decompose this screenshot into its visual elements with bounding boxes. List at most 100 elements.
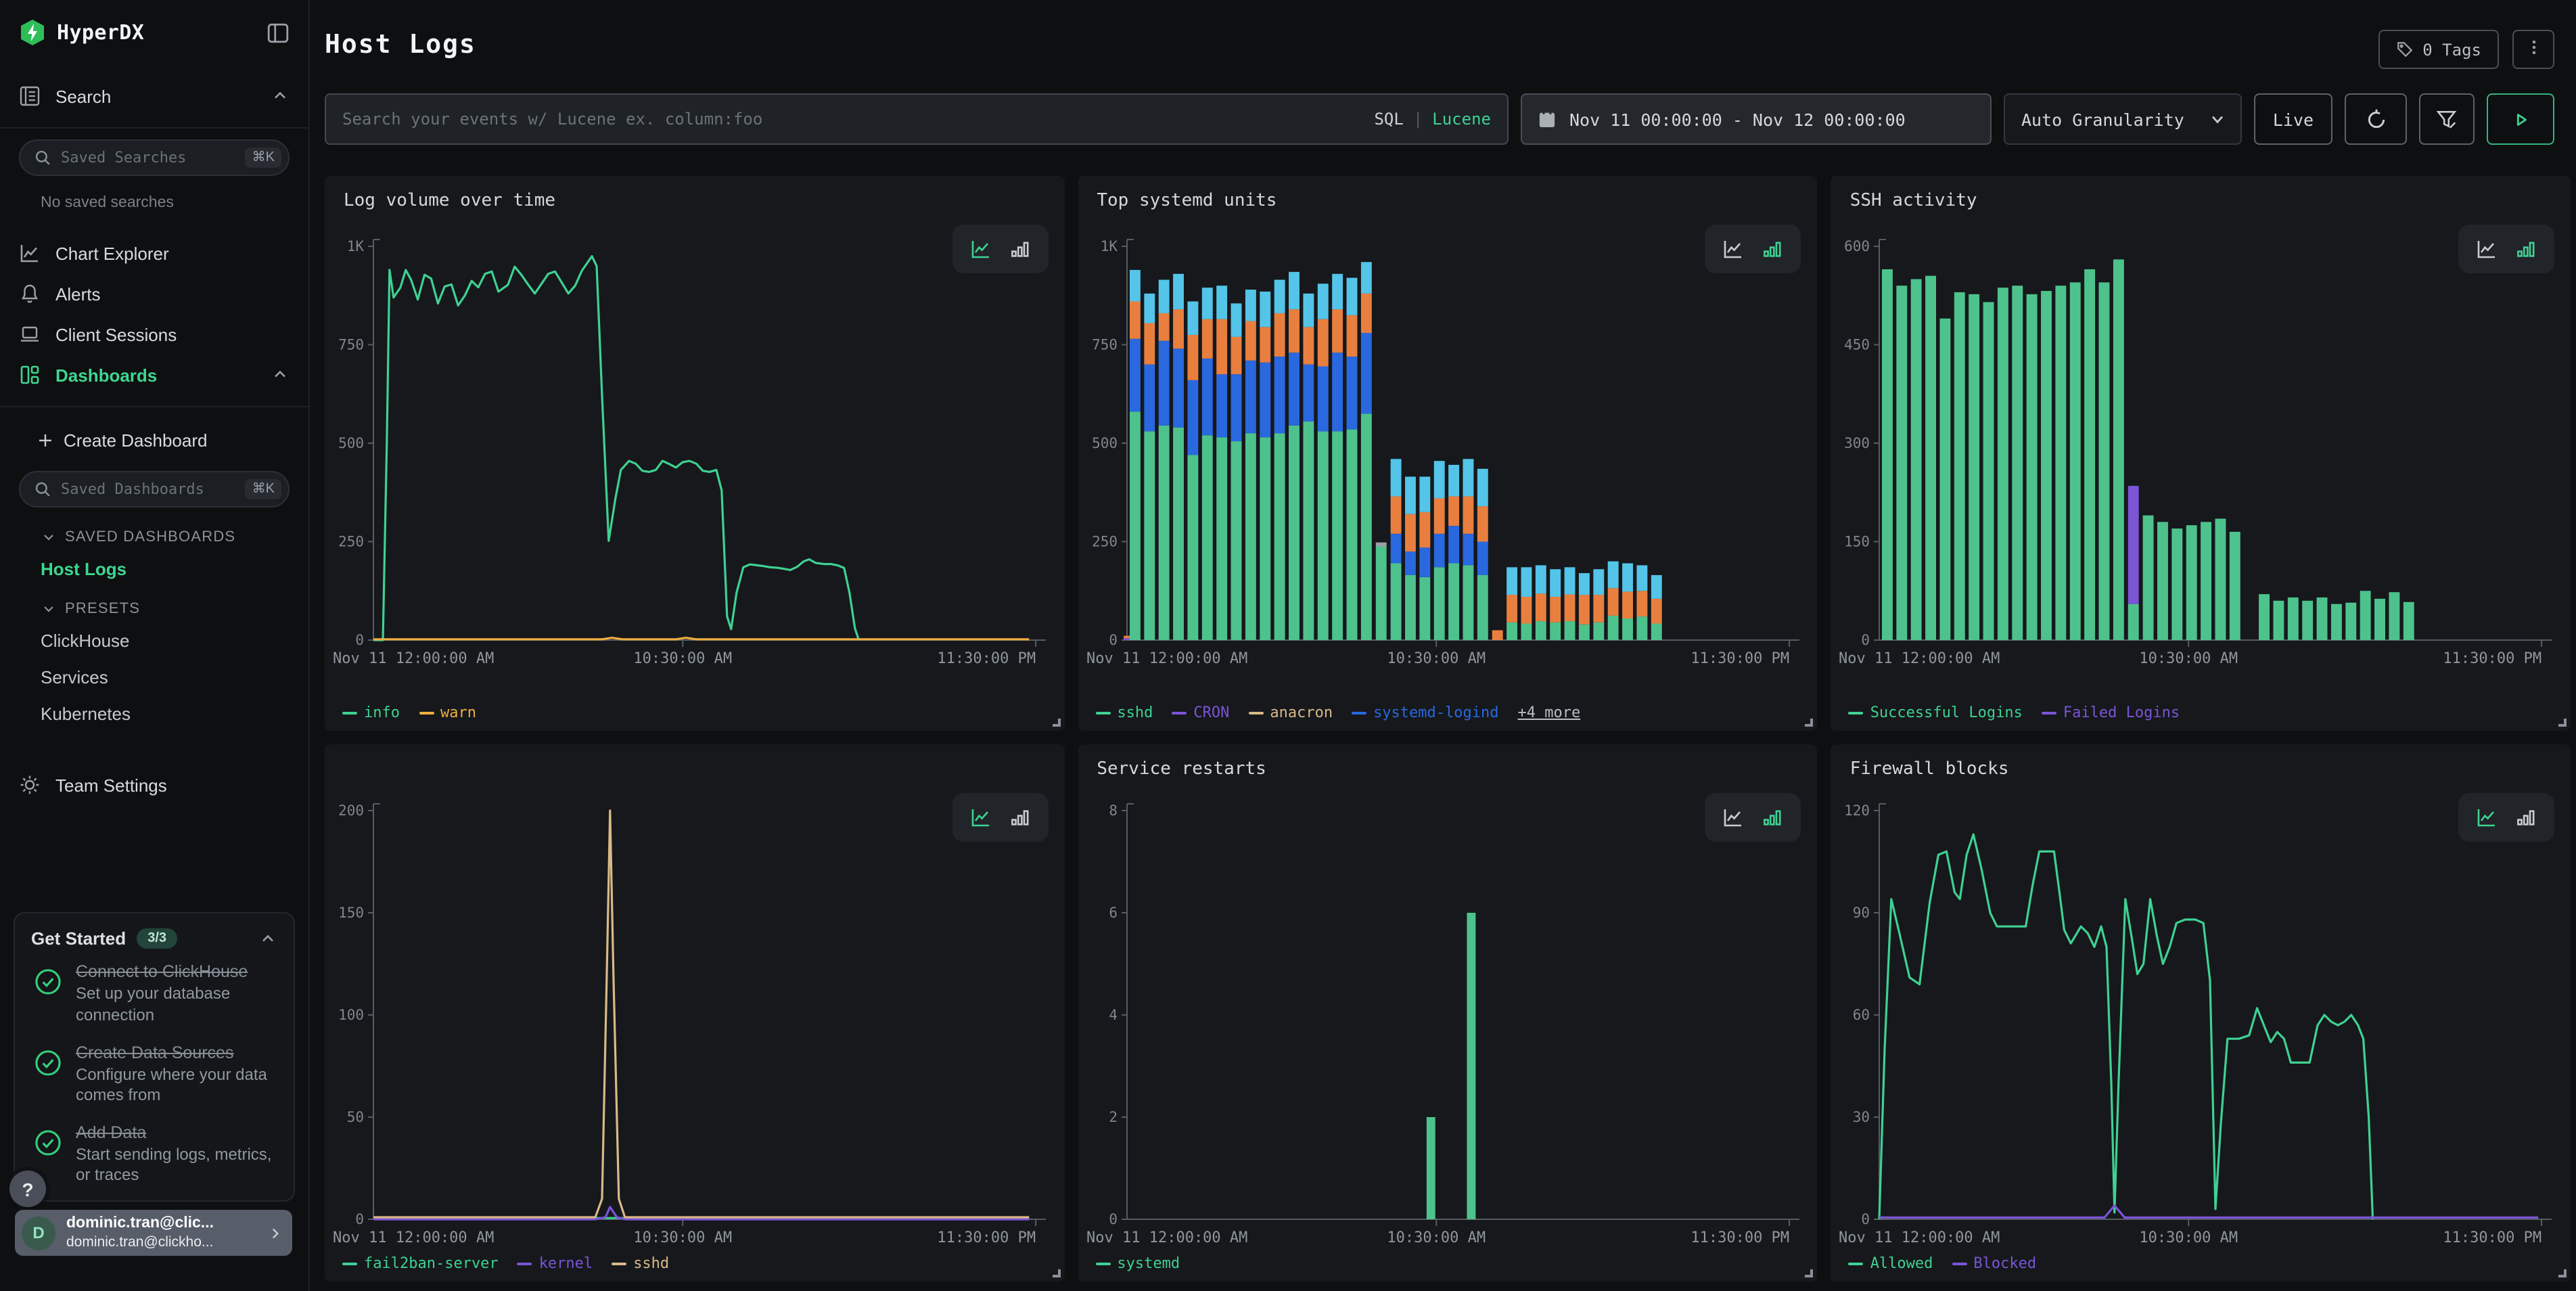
- legend-item[interactable]: kernel: [518, 1254, 593, 1272]
- chevron-up-icon[interactable]: [271, 87, 290, 106]
- legend-item[interactable]: sshd: [1095, 704, 1153, 721]
- legend-item[interactable]: Blocked: [1952, 1254, 2036, 1272]
- legend-item[interactable]: systemd-logind: [1352, 704, 1498, 721]
- get-started-header[interactable]: Get Started 3/3: [31, 929, 277, 949]
- svg-text:200: 200: [338, 802, 364, 819]
- legend-item[interactable]: info: [342, 704, 400, 721]
- bar-chart-icon[interactable]: [2515, 807, 2537, 828]
- saved-dashboards-header[interactable]: SAVED DASHBOARDS: [0, 516, 308, 551]
- sql-toggle[interactable]: SQL: [1374, 110, 1403, 129]
- line-chart-icon[interactable]: [969, 807, 991, 828]
- sidebar-item-client-sessions[interactable]: Client Sessions: [0, 314, 308, 355]
- resize-handle[interactable]: [2558, 719, 2567, 727]
- resize-handle[interactable]: [1052, 1269, 1060, 1277]
- get-started-item[interactable]: Add Data Start sending logs, metrics, or…: [31, 1123, 277, 1187]
- help-button[interactable]: ?: [9, 1171, 46, 1207]
- event-search-input[interactable]: [342, 110, 1374, 129]
- logo-row: HyperDX: [0, 0, 308, 46]
- laptop-icon: [19, 323, 41, 345]
- more-options-button[interactable]: [2512, 30, 2554, 69]
- line-chart-icon[interactable]: [969, 238, 991, 260]
- resize-handle[interactable]: [1806, 719, 1814, 727]
- bar-chart-icon[interactable]: [1762, 807, 1784, 828]
- legend-item[interactable]: anacron: [1248, 704, 1333, 721]
- sidebar-item-label: Search: [55, 86, 271, 106]
- get-started-item[interactable]: Connect to ClickHouse Set up your databa…: [31, 963, 277, 1026]
- chevron-up-icon[interactable]: [271, 365, 290, 384]
- sidebar-item-services[interactable]: Services: [0, 659, 308, 696]
- divider: [0, 127, 308, 129]
- chart-legend: fail2ban-server kernel sshd: [342, 1254, 669, 1272]
- legend-item[interactable]: warn: [419, 704, 476, 721]
- svg-text:Nov 11 12:00:00 AM: Nov 11 12:00:00 AM: [333, 1229, 494, 1246]
- get-started-card: Get Started 3/3 Connect to ClickHouse Se…: [14, 913, 295, 1202]
- sidebar-item-alerts[interactable]: Alerts: [0, 273, 308, 314]
- play-icon: [2510, 109, 2531, 129]
- legend-item[interactable]: Successful Logins: [1849, 704, 2023, 721]
- bar-chart-icon[interactable]: [1009, 807, 1030, 828]
- svg-text:0: 0: [1109, 1211, 1118, 1227]
- presets-header[interactable]: PRESETS: [0, 587, 308, 622]
- create-dashboard-label: Create Dashboard: [64, 430, 207, 451]
- resize-handle[interactable]: [1806, 1269, 1814, 1277]
- legend-item[interactable]: Allowed: [1849, 1254, 1933, 1272]
- svg-text:90: 90: [1853, 905, 1870, 921]
- get-started-item-desc: Set up your database connection: [76, 984, 277, 1026]
- live-button[interactable]: Live: [2254, 93, 2332, 145]
- line-chart-icon[interactable]: [2476, 807, 2498, 828]
- sidebar-item-dashboards[interactable]: Dashboards: [0, 355, 308, 395]
- chart-legend: sshd CRON anacron systemd-logind +4 more: [1095, 704, 1580, 721]
- main-content: Host Logs 0 Tags SQL | Lucene: [311, 0, 2576, 1291]
- bar-chart-icon[interactable]: [1762, 238, 1784, 260]
- svg-text:11:30:00 PM: 11:30:00 PM: [2443, 1229, 2542, 1246]
- get-started-item[interactable]: Create Data Sources Configure where your…: [31, 1043, 277, 1106]
- svg-text:50: 50: [347, 1109, 364, 1125]
- resize-handle[interactable]: [2558, 1269, 2567, 1277]
- granularity-select[interactable]: Auto Granularity: [2004, 93, 2242, 145]
- legend-more-link[interactable]: +4 more: [1518, 704, 1581, 721]
- resize-handle[interactable]: [1052, 719, 1060, 727]
- filter-button[interactable]: [2419, 93, 2475, 145]
- line-chart-icon[interactable]: [1723, 238, 1745, 260]
- bar-chart-icon[interactable]: [1009, 238, 1030, 260]
- event-search-box[interactable]: SQL | Lucene: [325, 93, 1509, 145]
- sidebar-item-host-logs[interactable]: Host Logs: [0, 551, 308, 587]
- saved-searches-input[interactable]: [61, 149, 246, 166]
- legend-item[interactable]: Failed Logins: [2042, 704, 2180, 721]
- calendar-icon: [1538, 110, 1556, 129]
- user-account-button[interactable]: D dominic.tran@clic... dominic.tran@clic…: [15, 1210, 292, 1256]
- chart-legend: systemd: [1095, 1254, 1180, 1272]
- legend-item[interactable]: systemd: [1095, 1254, 1180, 1272]
- filter-edit-icon: [2435, 108, 2458, 131]
- refresh-button[interactable]: [2345, 93, 2407, 145]
- gear-icon: [19, 774, 41, 796]
- legend-label: fail2ban-server: [364, 1254, 499, 1272]
- line-chart-icon[interactable]: [1723, 807, 1745, 828]
- sidebar-collapse-icon[interactable]: [267, 21, 290, 44]
- bar-chart-icon[interactable]: [2515, 238, 2537, 260]
- saved-dashboards-input[interactable]: [61, 480, 246, 498]
- run-query-button[interactable]: [2487, 93, 2554, 145]
- sidebar-item-clickhouse[interactable]: ClickHouse: [0, 622, 308, 659]
- create-dashboard-button[interactable]: Create Dashboard: [0, 418, 308, 463]
- refresh-icon: [2364, 108, 2387, 131]
- sidebar-item-chart-explorer[interactable]: Chart Explorer: [0, 233, 308, 273]
- svg-text:11:30:00 PM: 11:30:00 PM: [2443, 650, 2542, 667]
- saved-dashboards-search[interactable]: ⌘K: [19, 471, 290, 507]
- sidebar-item-kubernetes[interactable]: Kubernetes: [0, 696, 308, 732]
- sidebar-item-label: Alerts: [55, 284, 290, 304]
- lucene-toggle[interactable]: Lucene: [1432, 110, 1491, 129]
- sidebar-item-team-settings[interactable]: Team Settings: [0, 765, 308, 805]
- legend-item[interactable]: fail2ban-server: [342, 1254, 499, 1272]
- svg-text:6: 6: [1109, 905, 1118, 921]
- saved-searches-search[interactable]: ⌘K: [19, 139, 290, 176]
- sidebar-item-search[interactable]: Search: [0, 76, 308, 116]
- line-chart-icon[interactable]: [2476, 238, 2498, 260]
- chart-legend: Allowed Blocked: [1849, 1254, 2036, 1272]
- chevron-up-icon[interactable]: [258, 930, 277, 949]
- legend-swatch: [1172, 711, 1187, 714]
- legend-item[interactable]: sshd: [612, 1254, 669, 1272]
- time-range-picker[interactable]: Nov 11 00:00:00 - Nov 12 00:00:00: [1521, 93, 1992, 145]
- legend-item[interactable]: CRON: [1172, 704, 1229, 721]
- tags-button[interactable]: 0 Tags: [2378, 30, 2499, 69]
